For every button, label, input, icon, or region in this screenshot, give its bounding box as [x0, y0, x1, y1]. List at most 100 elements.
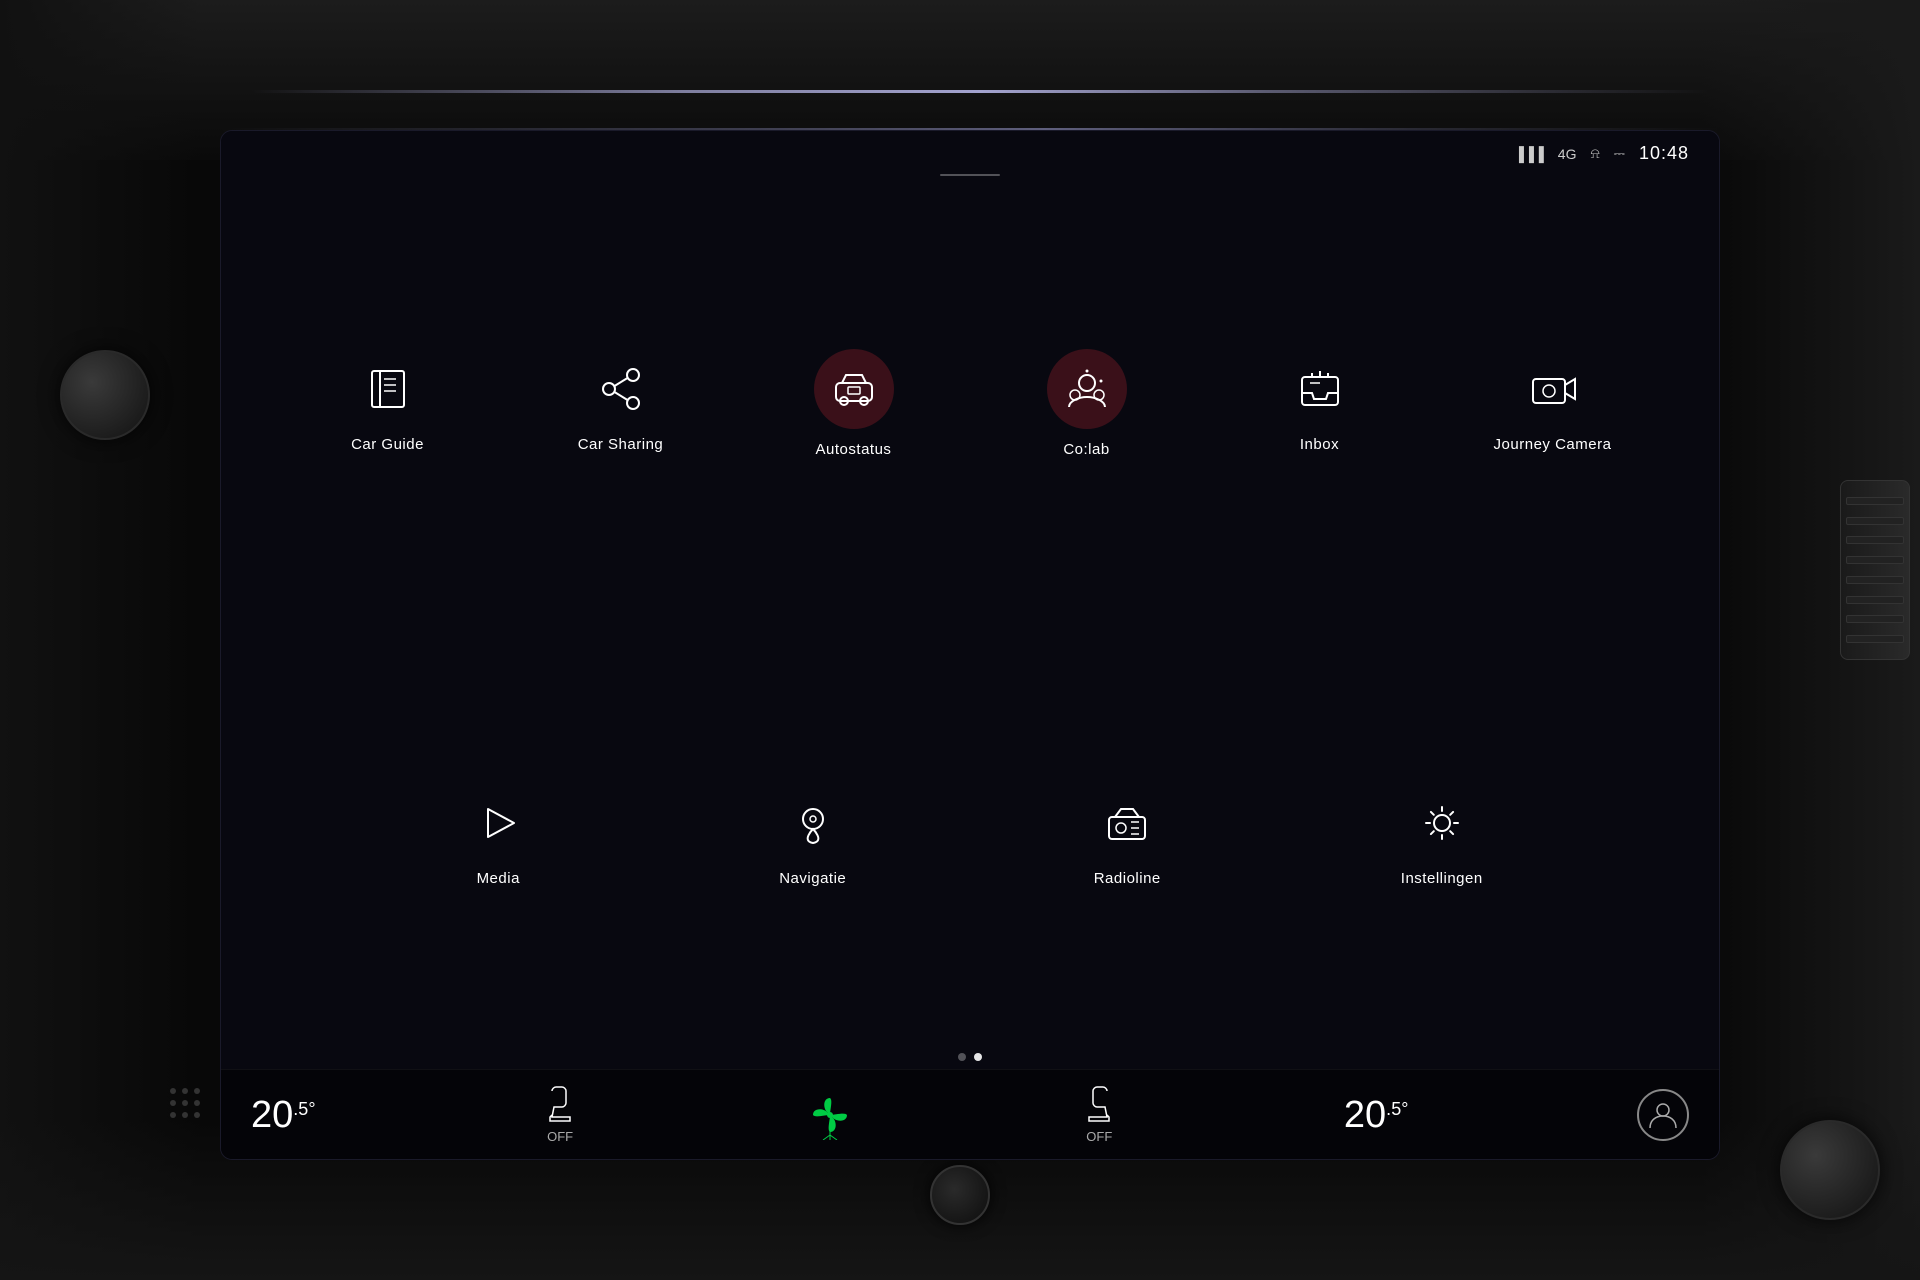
app-inbox[interactable]: Inbox: [1255, 354, 1385, 453]
instellingen-icon-wrap: [1407, 788, 1477, 858]
share-icon: [595, 363, 647, 415]
inbox-label: Inbox: [1300, 436, 1339, 453]
radio-icon: [1101, 797, 1153, 849]
seat-right[interactable]: OFF: [1083, 1085, 1115, 1144]
signal-icon: ▐▐▐: [1514, 146, 1544, 162]
dot: [170, 1100, 176, 1106]
home-button[interactable]: [930, 1165, 990, 1225]
seat-left[interactable]: OFF: [544, 1085, 576, 1144]
swipe-indicator: [221, 168, 1719, 186]
fan-icon: [805, 1090, 855, 1140]
app-autostatus[interactable]: Autostatus: [789, 349, 919, 458]
camera-icon: [1527, 363, 1579, 415]
app-navigatie[interactable]: Navigatie: [748, 788, 878, 887]
seat-left-label: OFF: [547, 1129, 573, 1144]
vent-slat: [1846, 596, 1904, 604]
colab-icon-wrap: [1047, 349, 1127, 429]
left-climate: 20.5°: [251, 1096, 316, 1134]
inbox-icon: [1294, 363, 1346, 415]
car-sharing-label: Car Sharing: [578, 436, 664, 453]
seat-right-label: OFF: [1086, 1129, 1112, 1144]
journey-camera-label: Journey Camera: [1494, 436, 1612, 453]
page-indicator: [221, 1045, 1719, 1069]
page-dot-1: [958, 1053, 966, 1061]
seat-left-icon: [544, 1085, 576, 1125]
row-spacer: [241, 611, 1699, 631]
app-journey-camera[interactable]: Journey Camera: [1488, 354, 1618, 453]
radioline-label: Radioline: [1094, 870, 1161, 887]
network-label: 4G: [1558, 146, 1577, 162]
dot: [194, 1100, 200, 1106]
app-radioline[interactable]: Radioline: [1062, 788, 1192, 887]
dot: [182, 1088, 188, 1094]
car-sharing-icon-wrap: [586, 354, 656, 424]
status-bar: ▐▐▐ 4G ⍾ ⎓ 10:48: [221, 131, 1719, 168]
car-icon: [828, 363, 880, 415]
colab-icon: [1061, 363, 1113, 415]
left-knob[interactable]: [60, 350, 150, 440]
app-colab[interactable]: Co:lab: [1022, 349, 1152, 458]
navigatie-label: Navigatie: [779, 870, 846, 887]
right-vent: [1840, 480, 1910, 660]
dot: [170, 1088, 176, 1094]
dot: [194, 1112, 200, 1118]
car-display-ui: ▐▐▐ 4G ⍾ ⎓ 10:48: [0, 0, 1920, 1280]
right-climate: 20.5°: [1344, 1096, 1409, 1134]
app-media[interactable]: Media: [433, 788, 563, 887]
top-reflection: [250, 90, 1710, 93]
seat-right-icon: [1083, 1085, 1115, 1125]
media-label: Media: [477, 870, 520, 887]
vent-slat: [1846, 576, 1904, 584]
vent-slat: [1846, 497, 1904, 505]
settings-icon: [1416, 797, 1468, 849]
media-icon-wrap: [463, 788, 533, 858]
left-temp-degree: .5°: [293, 1100, 315, 1118]
app-row-2: Media Navigatie: [241, 631, 1699, 1046]
car-guide-label: Car Guide: [351, 436, 424, 453]
inbox-icon-wrap: [1285, 354, 1355, 424]
app-instellingen[interactable]: Instellingen: [1377, 788, 1507, 887]
right-temp-value: 20: [1344, 1096, 1386, 1134]
colab-label: Co:lab: [1063, 441, 1109, 458]
swipe-line: [940, 174, 1000, 176]
car-guide-icon-wrap: [353, 354, 423, 424]
vent-slat: [1846, 556, 1904, 564]
left-temp: 20.5°: [251, 1096, 316, 1134]
journey-camera-icon-wrap: [1518, 354, 1588, 424]
infotainment-screen: ▐▐▐ 4G ⍾ ⎓ 10:48: [220, 130, 1720, 1160]
autostatus-label: Autostatus: [816, 441, 892, 458]
dot: [182, 1112, 188, 1118]
vent-slat: [1846, 635, 1904, 643]
vent-slat: [1846, 536, 1904, 544]
radioline-icon-wrap: [1092, 788, 1162, 858]
fan-control[interactable]: [805, 1090, 855, 1140]
dots-panel: [170, 1088, 202, 1120]
clock: 10:48: [1639, 143, 1689, 164]
app-car-sharing[interactable]: Car Sharing: [556, 354, 686, 453]
left-temp-value: 20: [251, 1096, 293, 1134]
screen-content: ▐▐▐ 4G ⍾ ⎓ 10:48: [221, 131, 1719, 1159]
dot: [170, 1112, 176, 1118]
profile-icon[interactable]: [1637, 1089, 1689, 1141]
climate-bar: 20.5° OFF: [221, 1069, 1719, 1159]
dot: [182, 1100, 188, 1106]
navigatie-icon-wrap: [778, 788, 848, 858]
pin-icon: [787, 797, 839, 849]
instellingen-label: Instellingen: [1401, 870, 1483, 887]
vent-slat: [1846, 615, 1904, 623]
play-icon: [472, 797, 524, 849]
book-icon: [362, 363, 414, 415]
dot: [194, 1088, 200, 1094]
service-icon: ⎓: [1614, 145, 1625, 162]
user-icon: [1646, 1098, 1680, 1132]
right-temp: 20.5°: [1344, 1096, 1409, 1134]
autostatus-icon-wrap: [814, 349, 894, 429]
app-car-guide[interactable]: Car Guide: [323, 354, 453, 453]
bottom-right-knob[interactable]: [1780, 1120, 1880, 1220]
app-row-1: Car Guide Car: [241, 196, 1699, 611]
main-app-area: Car Guide Car: [221, 186, 1719, 1045]
right-temp-degree: .5°: [1386, 1100, 1408, 1118]
page-dot-2: [974, 1053, 982, 1061]
vent-slat: [1846, 517, 1904, 525]
bluetooth-icon: ⍾: [1590, 145, 1599, 162]
